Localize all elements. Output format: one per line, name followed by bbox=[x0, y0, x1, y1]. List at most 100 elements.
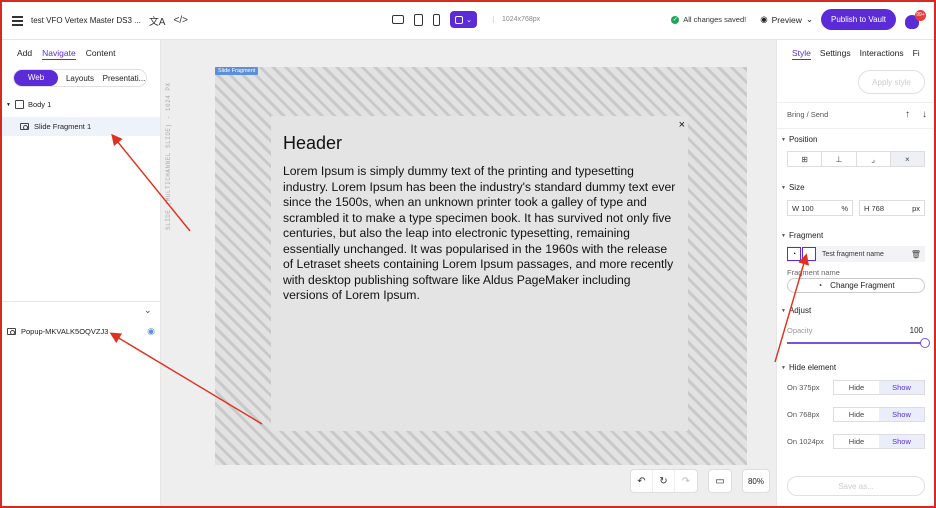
tab-navigate[interactable]: Navigate bbox=[42, 48, 76, 60]
save-status-text: All changes saved! bbox=[683, 15, 747, 24]
hide-option[interactable]: Hide bbox=[834, 408, 879, 421]
tree-item-body[interactable]: ▼ Body 1 bbox=[6, 100, 51, 109]
caret-down-icon: ▼ bbox=[781, 136, 786, 143]
position-title-text: Position bbox=[788, 135, 818, 144]
adjust-section-title[interactable]: ▼ Adjust bbox=[781, 306, 811, 315]
tab-style[interactable]: Style bbox=[792, 48, 811, 60]
popup-name: Popup-MKVALK5OQVZJ3 bbox=[21, 327, 109, 336]
tree-item-slide-fragment[interactable]: Slide Fragment 1 bbox=[0, 117, 160, 136]
save-as-button[interactable]: Save as... bbox=[787, 476, 925, 496]
publish-to-vault-button[interactable]: Publish to Vault bbox=[821, 9, 896, 30]
align-bottom-icon[interactable]: ⊥ bbox=[822, 152, 857, 166]
fragment-selector: ◔ Test fragment name 🗑 bbox=[787, 246, 925, 262]
opacity-slider-handle[interactable] bbox=[920, 338, 930, 348]
show-option[interactable]: Show bbox=[879, 408, 924, 421]
size-fields: W 100 % H 768 px bbox=[787, 200, 925, 216]
chevron-down-icon[interactable]: ⌄ bbox=[144, 305, 152, 316]
show-option[interactable]: Show bbox=[879, 381, 924, 394]
close-icon[interactable]: × bbox=[679, 119, 685, 131]
redo-icon[interactable]: ↷ bbox=[675, 470, 697, 492]
divider bbox=[777, 102, 936, 103]
width-unit[interactable]: % bbox=[841, 204, 848, 213]
fragment-icon bbox=[20, 123, 29, 130]
popup-preview[interactable]: × Header Lorem Ipsum is simply dummy tex… bbox=[271, 116, 688, 431]
show-option[interactable]: Show bbox=[879, 435, 924, 448]
custom-device-icon bbox=[455, 15, 464, 24]
hide-option[interactable]: Hide bbox=[834, 435, 879, 448]
right-panel: Style Settings Interactions Fi Apply sty… bbox=[776, 40, 936, 508]
segment-presentations[interactable]: Presentati... bbox=[102, 74, 146, 83]
clear-position-icon[interactable]: × bbox=[890, 152, 924, 166]
hide-row-1024: On 1024px Hide Show bbox=[787, 434, 925, 449]
body-icon bbox=[14, 100, 24, 109]
hide-toggle: Hide Show bbox=[833, 380, 925, 395]
hamburger-menu-icon[interactable] bbox=[12, 16, 23, 26]
chevron-down-icon: ⌄ bbox=[466, 16, 472, 24]
opacity-value[interactable]: 100 bbox=[910, 326, 923, 335]
tab-settings[interactable]: Settings bbox=[820, 48, 851, 60]
left-panel-tabs: Add Navigate Content bbox=[17, 48, 115, 60]
adjust-title-text: Adjust bbox=[788, 306, 812, 315]
code-icon[interactable]: </> bbox=[173, 15, 187, 26]
align-center-icon[interactable]: ⊞ bbox=[788, 152, 823, 166]
zoom-level[interactable]: 80% bbox=[742, 469, 770, 493]
fragment-color-swatch[interactable] bbox=[802, 247, 816, 261]
reset-icon[interactable]: ↻ bbox=[653, 470, 675, 492]
size-section-title[interactable]: ▼ Size bbox=[781, 183, 805, 192]
hide-element-section-title[interactable]: ▼ Hide element bbox=[781, 363, 836, 372]
tab-fi[interactable]: Fi bbox=[913, 48, 920, 60]
arrow-down-icon[interactable]: ↓ bbox=[922, 109, 927, 120]
undo-icon[interactable]: ↶ bbox=[631, 470, 653, 492]
tree-item-body-label: Body 1 bbox=[27, 100, 52, 109]
notifications-button[interactable]: 99+ bbox=[904, 9, 926, 29]
slide-fragment-tag: Slide Fragment bbox=[215, 67, 259, 75]
opacity-slider-fill bbox=[787, 342, 925, 344]
preview-label: Preview bbox=[771, 14, 802, 25]
breakpoint-label: On 375px bbox=[787, 383, 820, 392]
project-title[interactable]: test VFO Vertex Master DS3 ... bbox=[31, 16, 141, 25]
segment-web[interactable]: Web bbox=[14, 70, 58, 86]
height-field[interactable]: H 768 px bbox=[859, 200, 925, 216]
bring-send-label: Bring / Send bbox=[787, 110, 829, 119]
change-fragment-button[interactable]: ◔ Change Fragment bbox=[787, 278, 925, 293]
hide-row-375: On 375px Hide Show bbox=[787, 380, 925, 395]
tab-content[interactable]: Content bbox=[86, 48, 116, 60]
align-corner-icon[interactable]: ⌟ bbox=[857, 152, 891, 166]
width-label: W bbox=[792, 203, 800, 213]
preview-button[interactable]: ◉ Preview ⌄ bbox=[760, 14, 813, 25]
segment-layouts[interactable]: Layouts bbox=[58, 74, 102, 83]
arrow-up-icon[interactable]: ↑ bbox=[905, 109, 910, 120]
size-title-text: Size bbox=[788, 183, 805, 192]
tab-add[interactable]: Add bbox=[17, 48, 32, 60]
caret-down-icon: ▼ bbox=[781, 364, 786, 371]
fragment-section-title[interactable]: ▼ Fragment bbox=[781, 231, 823, 240]
apply-style-button[interactable]: Apply style bbox=[858, 70, 925, 94]
canvas-toolbar: ↶ ↻ ↷ ▭ 80% bbox=[630, 469, 770, 493]
width-field[interactable]: W 100 % bbox=[787, 200, 853, 216]
eye-icon: ◉ bbox=[760, 14, 768, 24]
trash-icon[interactable]: 🗑 bbox=[911, 250, 921, 259]
popup-body-text: Lorem Ipsum is simply dummy text of the … bbox=[283, 164, 676, 302]
view-mode-segmented: Web Layouts Presentati... bbox=[13, 69, 147, 87]
mobile-device-icon[interactable] bbox=[433, 13, 440, 26]
desktop-device-icon[interactable] bbox=[392, 15, 404, 24]
hide-option[interactable]: Hide bbox=[834, 381, 879, 394]
fragment-palette-icon[interactable]: ◔ bbox=[787, 247, 801, 261]
position-section-title[interactable]: ▼ Position bbox=[781, 135, 817, 144]
width-value: 100 bbox=[801, 203, 814, 213]
custom-device-dropdown[interactable]: ⌄ bbox=[450, 11, 477, 28]
caret-down-icon[interactable]: ▼ bbox=[6, 102, 11, 108]
left-panel: Add Navigate Content Web Layouts Present… bbox=[0, 40, 161, 508]
caret-down-icon: ▼ bbox=[781, 307, 786, 314]
popup-list-item[interactable]: Popup-MKVALK5OQVZJ3 ◉ bbox=[7, 326, 155, 337]
caret-down-icon: ▼ bbox=[781, 184, 786, 191]
popup-icon bbox=[7, 328, 16, 335]
translate-icon[interactable]: 文A bbox=[149, 13, 166, 28]
opacity-slider[interactable] bbox=[787, 338, 930, 348]
briefcase-icon[interactable]: ▭ bbox=[708, 469, 732, 493]
visibility-eye-icon[interactable]: ◉ bbox=[147, 326, 155, 337]
tab-interactions[interactable]: Interactions bbox=[860, 48, 904, 60]
height-unit[interactable]: px bbox=[912, 204, 920, 213]
tablet-device-icon[interactable] bbox=[414, 13, 423, 26]
hide-toggle: Hide Show bbox=[833, 407, 925, 422]
